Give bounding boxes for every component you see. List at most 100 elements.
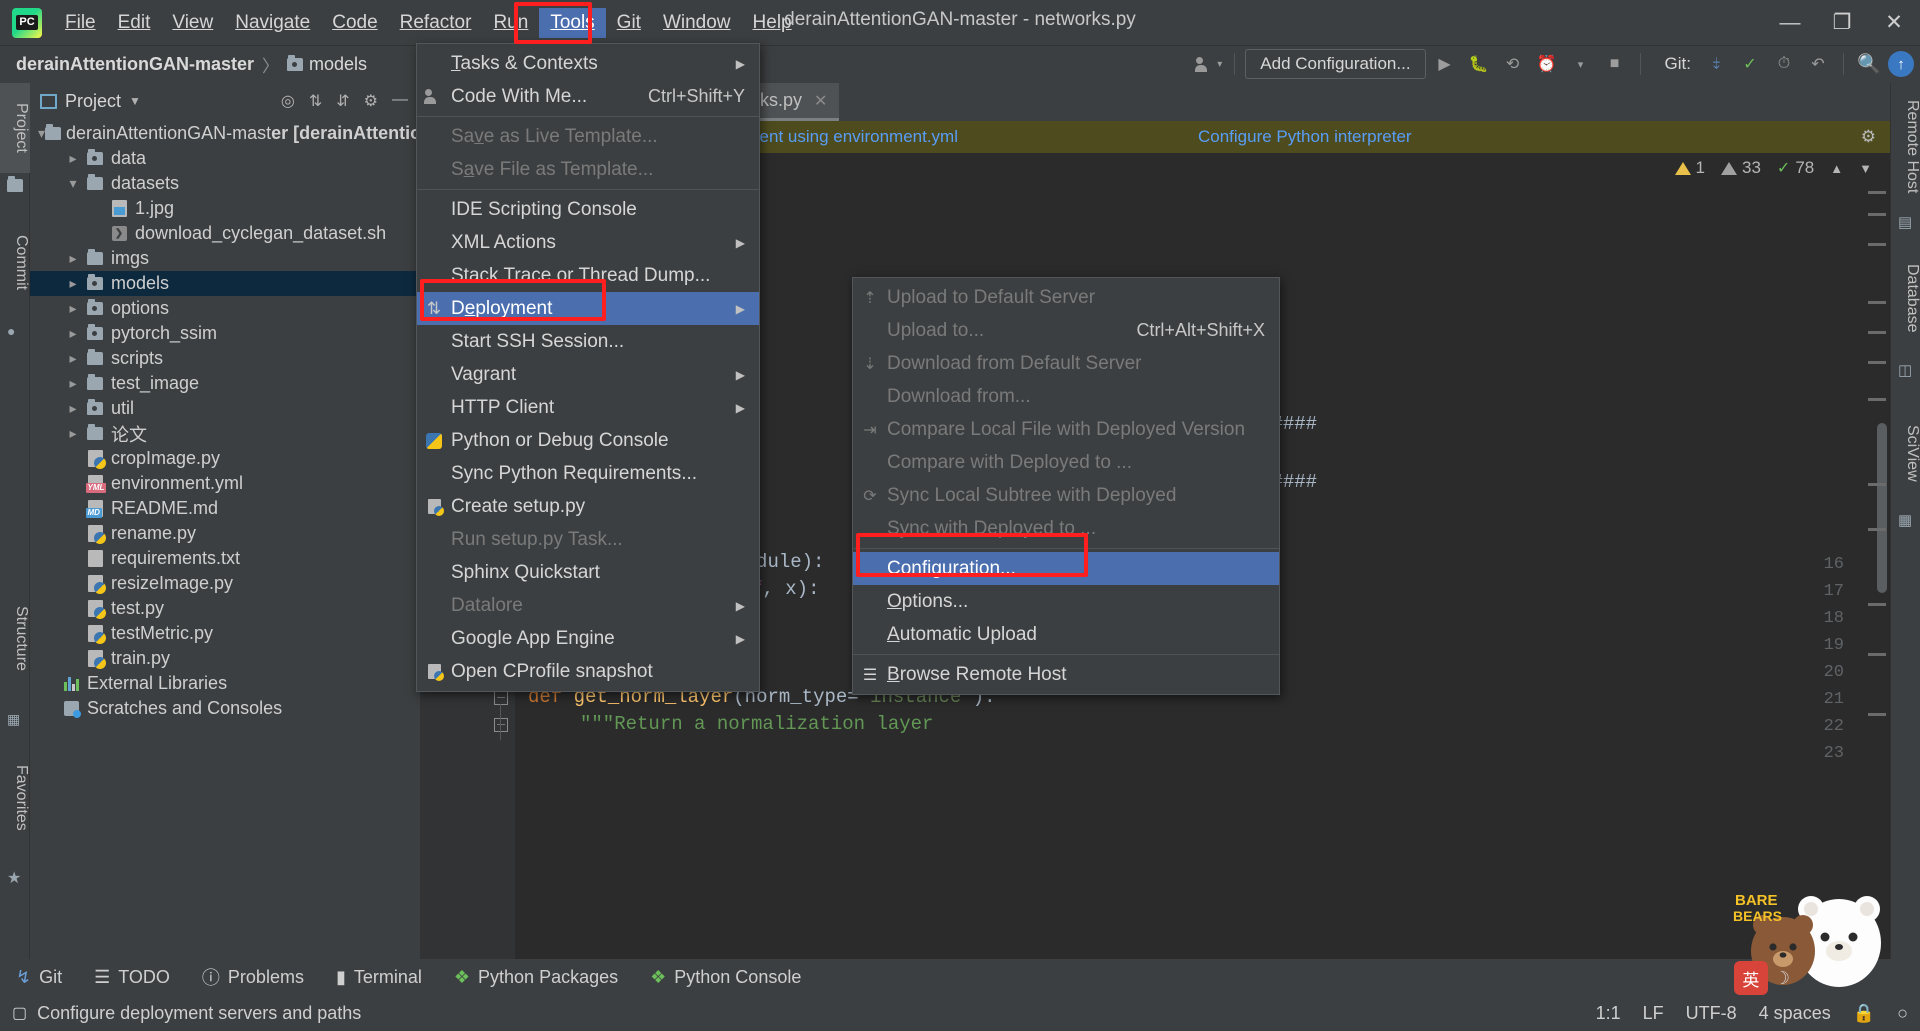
git-history-icon[interactable]: ⏱: [1769, 49, 1799, 79]
menu-git[interactable]: Git: [606, 8, 652, 38]
project-file-tree[interactable]: ▾ derainAttentionGAN-master [derainAttent…: [30, 119, 446, 721]
expand-arrow-icon[interactable]: ▸: [62, 275, 84, 292]
bottom-tab-problems[interactable]: ⓘ Problems: [186, 964, 320, 990]
tools-menu-item-open-cprofile-snapshot[interactable]: Open CProfile snapshot: [417, 655, 759, 688]
tree-row[interactable]: ▸ data: [30, 146, 420, 171]
status-caret-position[interactable]: 1:1: [1596, 1003, 1621, 1024]
git-update-icon[interactable]: ⤈: [1701, 49, 1731, 79]
tree-row[interactable]: ▸cropImage.py: [30, 446, 420, 471]
weak-warning-count[interactable]: 33: [1721, 158, 1761, 178]
tree-row[interactable]: ▸ options: [30, 296, 420, 321]
tools-menu-item-start-ssh-session[interactable]: Start SSH Session...: [417, 325, 759, 358]
editor-vertical-scrollbar[interactable]: [1877, 423, 1887, 593]
collapse-all-icon[interactable]: ⇵: [336, 91, 349, 111]
expand-arrow-icon[interactable]: ▸: [62, 250, 84, 267]
tree-row[interactable]: ▸resizeImage.py: [30, 571, 420, 596]
prev-problem-icon[interactable]: ▲: [1830, 161, 1843, 176]
tree-row[interactable]: ▾ datasets: [30, 171, 420, 196]
profile-icon[interactable]: ⏰: [1532, 49, 1562, 79]
menu-navigate[interactable]: Navigate: [224, 8, 321, 38]
status-indent[interactable]: 4 spaces: [1759, 1003, 1831, 1024]
breadcrumb-project[interactable]: derainAttentionGAN-master: [16, 54, 254, 75]
run-icon[interactable]: ▶: [1430, 49, 1460, 79]
tools-dropdown-menu[interactable]: Tasks & Contexts ▶ Code With Me... Ctrl+Shi…: [416, 43, 760, 692]
tree-row[interactable]: ▸requirements.txt: [30, 546, 420, 571]
close-button[interactable]: ✕: [1868, 0, 1920, 45]
expand-arrow-icon[interactable]: ▸: [62, 400, 84, 417]
configure-interpreter-link[interactable]: Configure Python interpreter: [1198, 127, 1412, 147]
sidebar-item-project[interactable]: Project: [0, 83, 30, 173]
bottom-tab-git[interactable]: ↯ Git: [0, 967, 78, 988]
tools-menu-item-create-setup-py[interactable]: Create setup.py: [417, 490, 759, 523]
tree-row[interactable]: ▸MDREADME.md: [30, 496, 420, 521]
warning-count[interactable]: 1: [1674, 158, 1705, 178]
ime-chinese-icon[interactable]: 英: [1733, 961, 1768, 995]
tools-menu-item-xml-actions[interactable]: XML Actions ▶: [417, 226, 759, 259]
close-tab-icon[interactable]: ✕: [814, 91, 827, 111]
tools-menu-item-http-client[interactable]: HTTP Client ▶: [417, 391, 759, 424]
tools-menu-item-code-with-me[interactable]: Code With Me... Ctrl+Shift+Y: [417, 80, 759, 113]
user-account-icon[interactable]: ▾: [1194, 49, 1224, 79]
tools-menu-item-deployment[interactable]: ⇅ Deployment ▶: [417, 292, 759, 325]
menu-refactor[interactable]: Refactor: [389, 8, 483, 38]
bottom-tab-python-console[interactable]: ❖ Python Console: [634, 967, 817, 988]
deployment-menu-item-configuration[interactable]: Configuration...: [853, 552, 1279, 585]
expand-all-icon[interactable]: ⇅: [309, 91, 322, 111]
menu-help[interactable]: Help: [742, 8, 803, 38]
tools-menu-item-sphinx-quickstart[interactable]: Sphinx Quickstart: [417, 556, 759, 589]
run-coverage-icon[interactable]: ⟲: [1498, 49, 1528, 79]
tree-row[interactable]: ▸External Libraries: [30, 671, 420, 696]
tools-menu-item-stack-trace-or-thread-dump[interactable]: Stack Trace or Thread Dump...: [417, 259, 759, 292]
tree-row[interactable]: ▸ test_image: [30, 371, 420, 396]
tree-row[interactable]: ▸❯download_cyclegan_dataset.sh: [30, 221, 420, 246]
debug-icon[interactable]: 🐛: [1464, 49, 1494, 79]
hide-panel-icon[interactable]: —: [392, 91, 408, 111]
deployment-menu-item-automatic-upload[interactable]: Automatic Upload: [853, 618, 1279, 651]
tree-row[interactable]: ▸ util: [30, 396, 420, 421]
menu-window[interactable]: Window: [652, 8, 742, 38]
deployment-menu-item-browse-remote-host[interactable]: ☰ Browse Remote Host: [853, 658, 1279, 691]
expand-arrow-icon[interactable]: ▸: [62, 425, 84, 442]
updates-available-icon[interactable]: ↑: [1888, 51, 1914, 77]
breadcrumb-models[interactable]: models: [309, 54, 367, 75]
scroll-from-source-icon[interactable]: ◎: [281, 91, 295, 111]
menu-file[interactable]: File: [54, 8, 107, 38]
status-inspections-icon[interactable]: ○: [1897, 1003, 1908, 1024]
tree-row[interactable]: ▸ scripts: [30, 346, 420, 371]
status-line-separator[interactable]: LF: [1643, 1003, 1664, 1024]
typo-count[interactable]: ✓ 78: [1777, 158, 1814, 178]
tools-menu-item-sync-python-requirements[interactable]: Sync Python Requirements...: [417, 457, 759, 490]
dropdown-chevron-icon[interactable]: ▾: [1566, 49, 1596, 79]
tree-row[interactable]: ▸train.py: [30, 646, 420, 671]
tree-row[interactable]: ▸ pytorch_ssim: [30, 321, 420, 346]
deployment-submenu[interactable]: ⇡ Upload to Default Server Upload to... Ctr…: [852, 277, 1280, 695]
stop-icon[interactable]: ■: [1600, 49, 1630, 79]
bottom-tab-python-packages[interactable]: ❖ Python Packages: [438, 967, 634, 988]
tree-row[interactable]: ▸YMLenvironment.yml: [30, 471, 420, 496]
expand-arrow-icon[interactable]: ▸: [62, 350, 84, 367]
settings-gear-icon[interactable]: ⚙: [364, 91, 378, 111]
sidebar-item-commit[interactable]: Commit: [0, 213, 30, 313]
tree-row[interactable]: ▾ derainAttentionGAN-master [derainAttent…: [30, 121, 446, 146]
menu-run[interactable]: Run: [482, 8, 539, 38]
tools-menu-item-ide-scripting-console[interactable]: IDE Scripting Console: [417, 193, 759, 226]
tools-menu-item-tasks-contexts[interactable]: Tasks & Contexts ▶: [417, 47, 759, 80]
next-problem-icon[interactable]: ▼: [1859, 161, 1872, 176]
git-commit-icon[interactable]: ✓: [1735, 49, 1765, 79]
expand-arrow-icon[interactable]: ▸: [62, 375, 84, 392]
tree-row[interactable]: ▸test.py: [30, 596, 420, 621]
menu-code[interactable]: Code: [321, 8, 388, 38]
tree-row[interactable]: ▸Scratches and Consoles: [30, 696, 420, 721]
tree-row[interactable]: ▸rename.py: [30, 521, 420, 546]
menu-view[interactable]: View: [161, 8, 224, 38]
sidebar-item-sciview[interactable]: SciView: [1891, 403, 1920, 503]
menu-edit[interactable]: Edit: [107, 8, 162, 38]
tree-row[interactable]: ▸testMetric.py: [30, 621, 420, 646]
sidebar-item-remote-host[interactable]: Remote Host: [1891, 87, 1920, 207]
collapse-arrow-icon[interactable]: ▾: [38, 125, 45, 142]
bottom-tab-terminal[interactable]: ▮ Terminal: [320, 967, 438, 988]
search-everywhere-icon[interactable]: 🔍: [1854, 49, 1884, 79]
tools-menu-item-google-app-engine[interactable]: Google App Engine ▶: [417, 622, 759, 655]
tree-row[interactable]: ▸ models: [30, 271, 420, 296]
collapse-arrow-icon[interactable]: ▾: [62, 175, 84, 192]
